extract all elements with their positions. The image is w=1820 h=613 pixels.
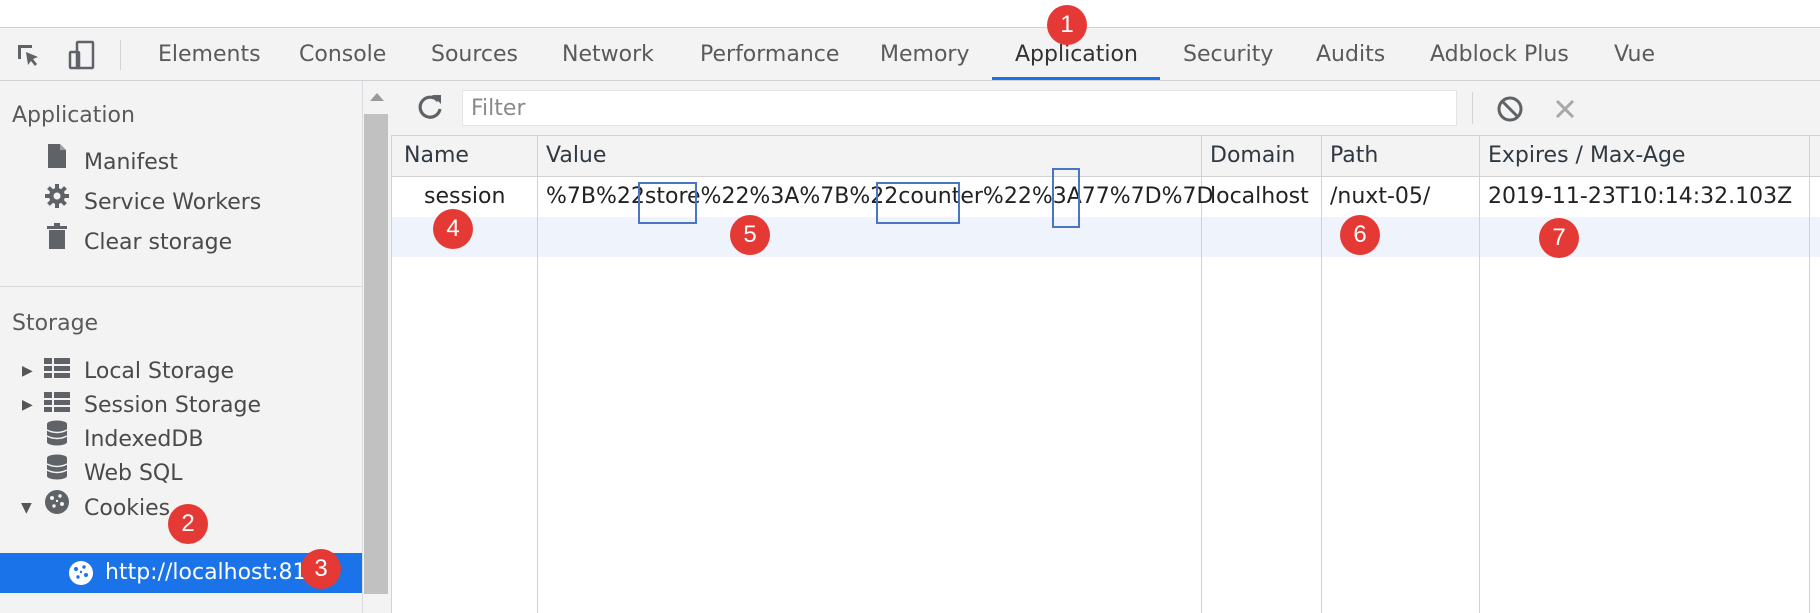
annotation-badge-5: 5 — [730, 215, 770, 255]
column-header-path[interactable]: Path — [1330, 136, 1378, 176]
sidebar-item-label: Clear storage — [84, 230, 233, 255]
top-strip — [0, 0, 1820, 28]
annotation-badge-3: 3 — [301, 549, 341, 589]
expand-triangle-icon[interactable]: ▶ — [22, 363, 33, 379]
annotation-badge-1: 1 — [1047, 5, 1087, 45]
column-divider — [1809, 136, 1810, 613]
highlight-box-value — [1052, 168, 1080, 228]
tab-network[interactable]: Network — [562, 28, 654, 80]
annotation-badge-2: 2 — [168, 504, 208, 544]
trash-icon — [44, 223, 70, 263]
annotation-badge-7: 7 — [1539, 218, 1579, 258]
cookie-icon — [68, 560, 94, 586]
sidebar-item-label: Web SQL — [84, 461, 183, 486]
cookie-path-cell: /nuxt-05/ — [1330, 184, 1431, 209]
selected-origin-label: http://localhost:81 — [105, 560, 307, 585]
table-row[interactable] — [392, 217, 1820, 257]
tab-memory[interactable]: Memory — [880, 28, 969, 80]
toolbar-separator — [1472, 92, 1473, 124]
column-header-expires[interactable]: Expires / Max-Age — [1488, 136, 1685, 176]
column-divider — [1321, 136, 1322, 613]
device-toolbar-icon[interactable] — [66, 39, 98, 71]
column-header-value[interactable]: Value — [546, 136, 606, 176]
scrollbar-thumb[interactable] — [364, 114, 388, 594]
tab-security[interactable]: Security — [1183, 28, 1273, 80]
highlight-box-store — [638, 182, 697, 224]
cookie-domain-cell: localhost — [1210, 184, 1309, 209]
refresh-icon[interactable] — [413, 90, 447, 124]
toolbar-separator — [120, 40, 121, 70]
cookie-expires-cell: 2019-11-23T10:14:32.103Z — [1488, 184, 1793, 209]
annotation-badge-4: 4 — [433, 209, 473, 249]
sidebar-item-label: Service Workers — [84, 190, 262, 215]
sidebar-divider — [0, 286, 362, 287]
sidebar-item-label: Manifest — [84, 150, 178, 175]
tab-performance[interactable]: Performance — [700, 28, 839, 80]
document-icon — [44, 143, 70, 183]
sidebar-item-manifest[interactable]: Manifest — [44, 143, 178, 183]
sidebar-item-label: Session Storage — [84, 393, 262, 418]
sidebar-item-label: Cookies — [84, 496, 171, 521]
expand-triangle-icon[interactable]: ▶ — [22, 397, 33, 413]
sidebar-item-clear-storage[interactable]: Clear storage — [44, 223, 232, 263]
storage-section-heading: Storage — [12, 311, 99, 336]
tab-vue[interactable]: Vue — [1614, 28, 1655, 80]
column-header-name[interactable]: Name — [404, 136, 469, 176]
cookie-name-cell: session — [424, 184, 506, 209]
annotation-badge-6: 6 — [1340, 215, 1380, 255]
sidebar-item-cookies[interactable]: Cookies — [44, 489, 170, 529]
block-icon[interactable] — [1495, 94, 1525, 124]
application-section-heading: Application — [12, 103, 135, 128]
tab-sources[interactable]: Sources — [431, 28, 518, 80]
column-divider — [1479, 136, 1480, 613]
database-icon — [44, 454, 70, 494]
scroll-up-arrow-icon[interactable] — [370, 93, 384, 101]
sidebar-item-label: IndexedDB — [84, 427, 204, 452]
sidebar-item-web-sql[interactable]: Web SQL — [44, 454, 183, 494]
active-tab-indicator — [992, 77, 1160, 80]
inspect-element-icon[interactable] — [12, 39, 44, 71]
tab-audits[interactable]: Audits — [1316, 28, 1385, 80]
gear-icon — [44, 183, 70, 223]
cookie-icon — [44, 489, 70, 529]
close-icon[interactable] — [1550, 94, 1580, 124]
highlight-box-counter — [876, 182, 960, 224]
column-divider — [537, 136, 538, 613]
sidebar-item-service-workers[interactable]: Service Workers — [44, 183, 261, 223]
column-header-domain[interactable]: Domain — [1210, 136, 1295, 176]
filter-input[interactable] — [462, 90, 1457, 126]
tab-console[interactable]: Console — [299, 28, 386, 80]
collapse-triangle-icon[interactable]: ▼ — [21, 500, 32, 516]
tab-elements[interactable]: Elements — [158, 28, 261, 80]
sidebar-item-label: Local Storage — [84, 359, 235, 384]
tab-adblock-plus[interactable]: Adblock Plus — [1430, 28, 1569, 80]
